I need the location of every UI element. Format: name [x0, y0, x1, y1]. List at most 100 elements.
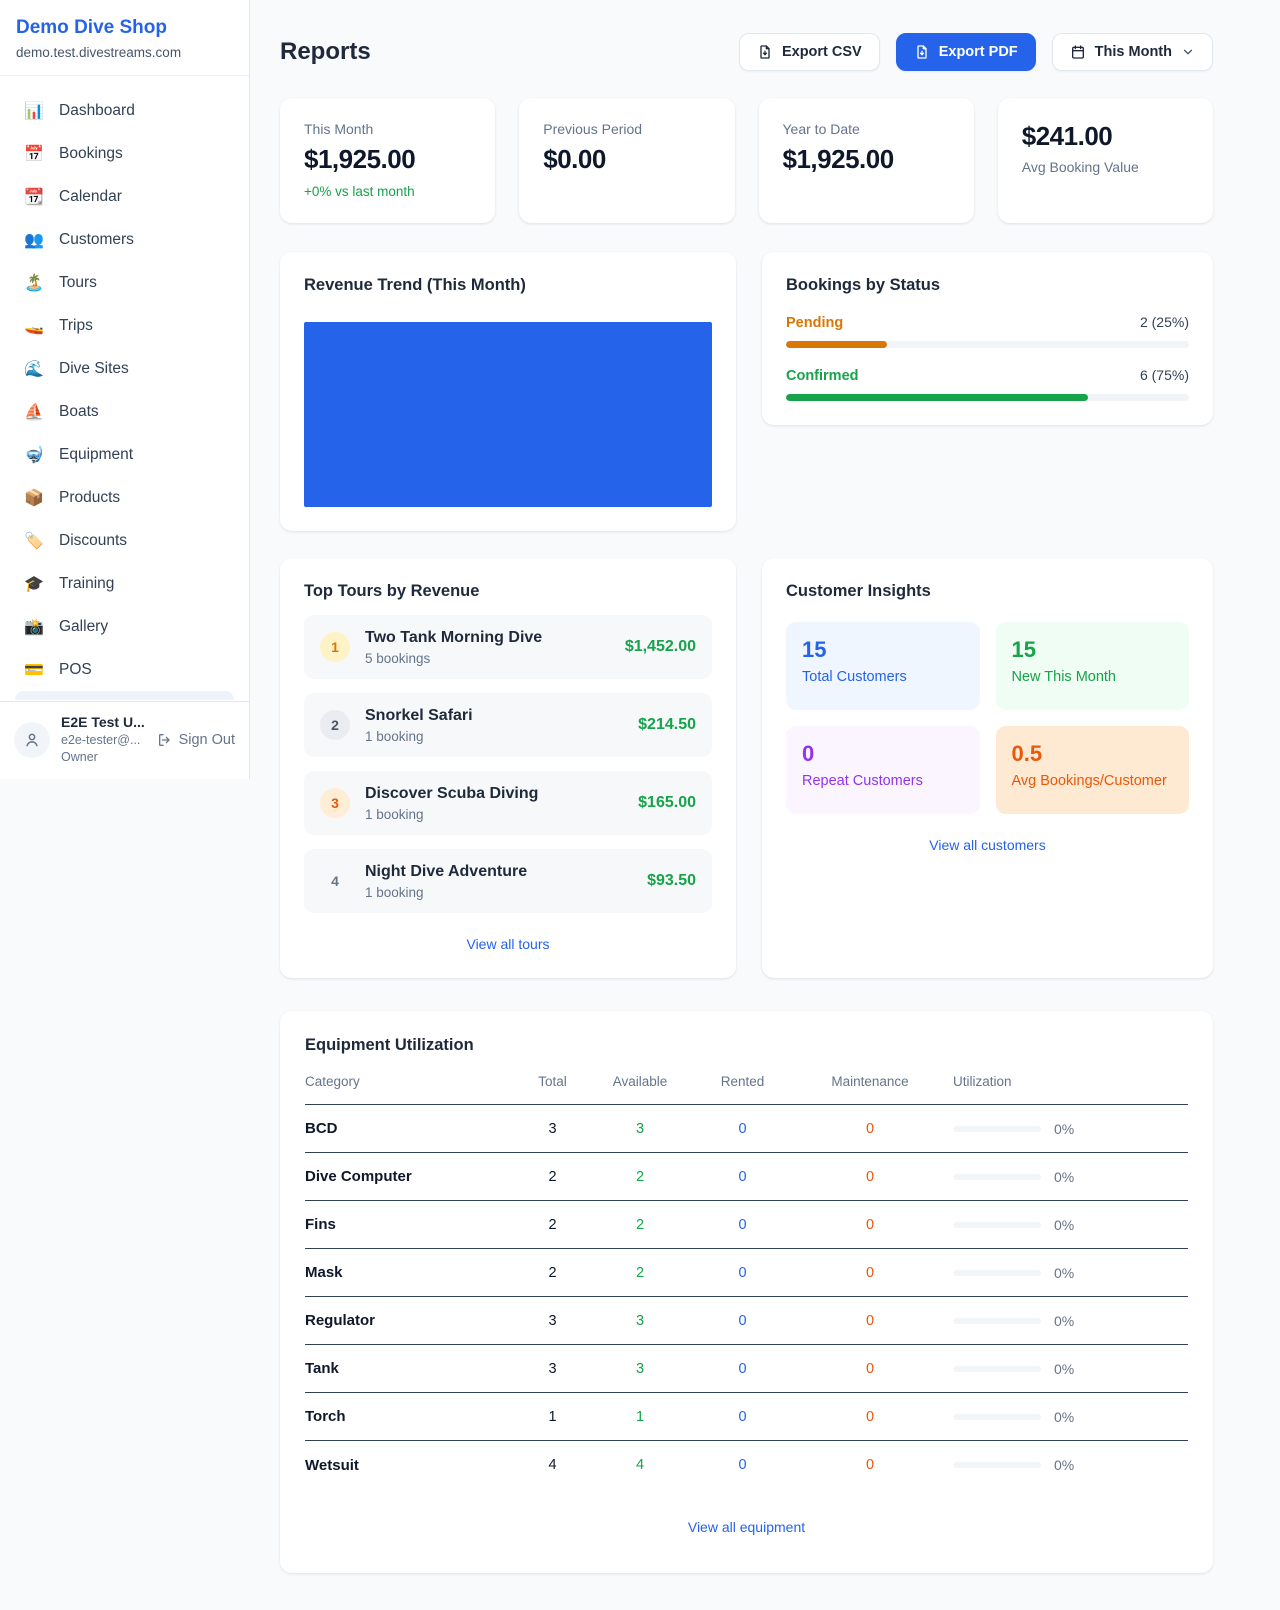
revenue-trend-card: Revenue Trend (This Month)	[280, 252, 736, 531]
utilization-percent: 0%	[1054, 1457, 1074, 1473]
tour-row[interactable]: 3 Discover Scuba Diving1 booking $165.00	[304, 771, 712, 835]
island-icon: 🏝️	[23, 273, 45, 293]
column-header: Rented	[680, 1074, 805, 1089]
graduation-cap-icon: 🎓	[23, 574, 45, 594]
tour-bookings: 5 bookings	[365, 651, 542, 666]
customer-insights-card: Customer Insights 15 Total Customers 15 …	[762, 558, 1213, 978]
period-label: This Month	[1095, 44, 1172, 60]
cell-available: 3	[600, 1361, 680, 1377]
sidebar: Demo Dive Shop demo.test.divestreams.com…	[0, 0, 250, 779]
utilization-track	[953, 1126, 1041, 1132]
package-icon: 📦	[23, 488, 45, 508]
utilization-track	[953, 1462, 1041, 1468]
file-download-icon	[757, 44, 773, 60]
progress-fill	[786, 341, 887, 348]
cell-category: Mask	[305, 1264, 505, 1281]
tile-label: Total Customers	[802, 669, 964, 685]
user-email: e2e-tester@...	[61, 732, 145, 749]
sidebar-item-boats[interactable]: ⛵Boats	[8, 390, 241, 433]
view-all-tours-link[interactable]: View all tours	[304, 936, 712, 952]
sign-out-button[interactable]: Sign Out	[157, 732, 235, 748]
period-dropdown[interactable]: This Month	[1052, 33, 1213, 71]
tile-repeat-customers: 0 Repeat Customers	[786, 726, 980, 814]
stat-label: Previous Period	[543, 121, 710, 137]
sidebar-user-section: E2E Test U... e2e-tester@... Owner Sign …	[0, 701, 249, 779]
tour-row[interactable]: 4 Night Dive Adventure1 booking $93.50	[304, 849, 712, 913]
table-row: Mask 2 2 0 0 0%	[305, 1249, 1188, 1297]
cell-utilization: 0%	[935, 1361, 1188, 1377]
column-header: Total	[505, 1074, 600, 1089]
sidebar-item-tours[interactable]: 🏝️Tours	[8, 261, 241, 304]
export-csv-label: Export CSV	[782, 44, 862, 60]
sidebar-item-gallery[interactable]: 📸Gallery	[8, 605, 241, 648]
tour-amount: $165.00	[638, 794, 696, 812]
credit-card-icon: 💳	[23, 660, 45, 680]
sidebar-header: Demo Dive Shop demo.test.divestreams.com	[0, 0, 249, 76]
view-all-equipment-link[interactable]: View all equipment	[305, 1519, 1188, 1535]
column-header: Category	[305, 1074, 505, 1089]
sidebar-item-equipment[interactable]: 🤿Equipment	[8, 433, 241, 476]
sidebar-item-label: Dive Sites	[59, 360, 129, 378]
tour-bookings: 1 booking	[365, 807, 538, 822]
export-pdf-button[interactable]: Export PDF	[896, 33, 1036, 71]
cell-available: 2	[600, 1169, 680, 1185]
sidebar-item-training[interactable]: 🎓 Training	[8, 562, 241, 605]
sidebar-item-dive-sites[interactable]: 🌊Dive Sites	[8, 347, 241, 390]
sidebar-item-pos[interactable]: 💳POS	[8, 648, 241, 691]
stat-value: $0.00	[543, 144, 710, 175]
sidebar-item-trips[interactable]: 🚤Trips	[8, 304, 241, 347]
equipment-table: Category Total Available Rented Maintena…	[305, 1074, 1188, 1489]
cell-available: 2	[600, 1217, 680, 1233]
user-info: E2E Test U... e2e-tester@... Owner	[61, 713, 145, 766]
cell-available: 3	[600, 1313, 680, 1329]
sidebar-item-products[interactable]: 📦Products	[8, 476, 241, 519]
cell-utilization: 0%	[935, 1457, 1188, 1473]
sidebar-item-dashboard[interactable]: 📊Dashboard	[8, 89, 241, 132]
cell-total: 1	[505, 1409, 600, 1425]
tile-avg-bookings-customer: 0.5 Avg Bookings/Customer	[996, 726, 1190, 814]
page-title: Reports	[280, 38, 371, 66]
cell-utilization: 0%	[935, 1217, 1188, 1233]
sidebar-item-label: Gallery	[59, 618, 108, 636]
utilization-track	[953, 1366, 1041, 1372]
sidebar-item-customers[interactable]: 👥Customers	[8, 218, 241, 261]
tour-row[interactable]: 2 Snorkel Safari1 booking $214.50	[304, 693, 712, 757]
view-all-customers-link[interactable]: View all customers	[786, 837, 1189, 853]
dive-mask-icon: 🤿	[23, 445, 45, 465]
sidebar-item-reports-partial[interactable]	[15, 691, 234, 700]
cell-utilization: 0%	[935, 1313, 1188, 1329]
calendar-icon	[1070, 44, 1086, 60]
table-row: Fins 2 2 0 0 0%	[305, 1201, 1188, 1249]
cell-category: Fins	[305, 1216, 505, 1233]
sidebar-item-discounts[interactable]: 🏷️Discounts	[8, 519, 241, 562]
tour-name: Discover Scuba Diving	[365, 785, 538, 802]
cell-maintenance: 0	[805, 1169, 935, 1185]
sidebar-item-label: Training	[59, 575, 114, 593]
user-name: E2E Test U...	[61, 713, 145, 732]
tour-name: Night Dive Adventure	[365, 863, 527, 880]
person-icon	[23, 731, 41, 749]
export-csv-button[interactable]: Export CSV	[739, 33, 880, 71]
tear-off-calendar-icon: 📆	[23, 187, 45, 207]
progress-track	[786, 394, 1189, 401]
sidebar-item-calendar[interactable]: 📆Calendar	[8, 175, 241, 218]
cell-maintenance: 0	[805, 1121, 935, 1137]
utilization-track	[953, 1270, 1041, 1276]
table-row: Torch 1 1 0 0 0%	[305, 1393, 1188, 1441]
shop-name[interactable]: Demo Dive Shop	[16, 17, 233, 39]
tile-value: 0.5	[1012, 741, 1174, 767]
stat-card-previous-period: Previous Period $0.00	[519, 98, 734, 223]
cell-maintenance: 0	[805, 1265, 935, 1281]
tile-label: Avg Bookings/Customer	[1012, 773, 1174, 789]
cell-category: Torch	[305, 1408, 505, 1425]
tour-bookings: 1 booking	[365, 885, 527, 900]
cell-category: Dive Computer	[305, 1168, 505, 1185]
sidebar-item-bookings[interactable]: 📅Bookings	[8, 132, 241, 175]
customer-insights-title: Customer Insights	[786, 582, 1189, 601]
utilization-percent: 0%	[1054, 1121, 1074, 1137]
cell-total: 4	[505, 1457, 600, 1473]
tour-row[interactable]: 1 Two Tank Morning Dive5 bookings $1,452…	[304, 615, 712, 679]
sidebar-item-label: Bookings	[59, 145, 123, 163]
cell-available: 2	[600, 1265, 680, 1281]
cell-utilization: 0%	[935, 1169, 1188, 1185]
